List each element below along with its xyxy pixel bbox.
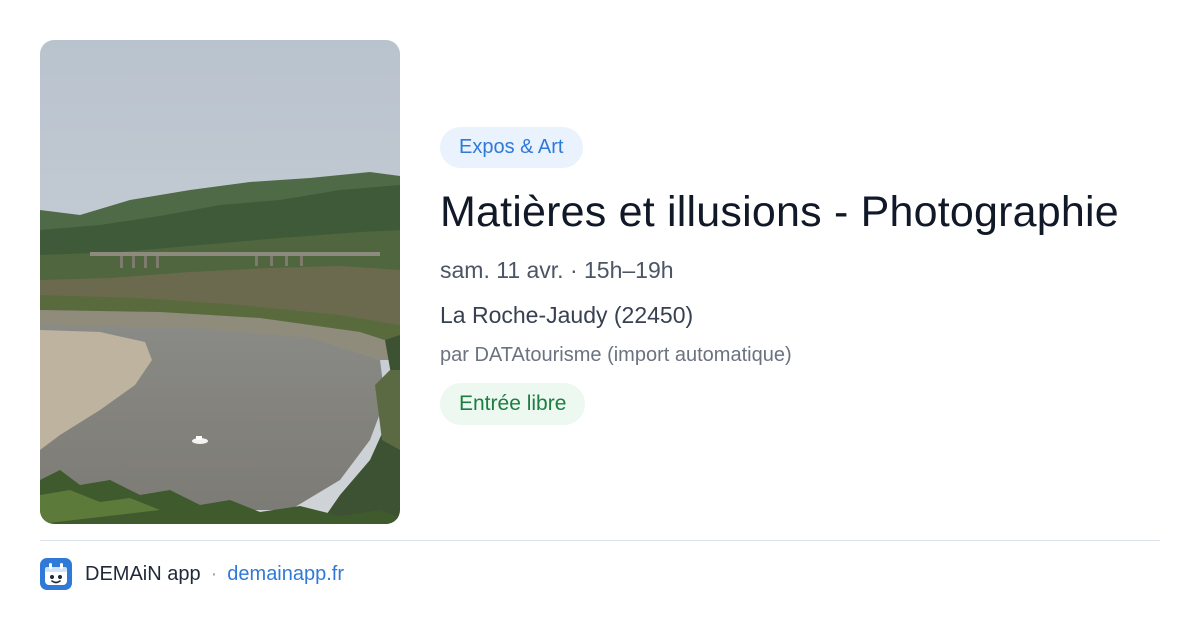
event-photo [40, 40, 400, 524]
price-badge: Entrée libre [440, 383, 586, 425]
divider [40, 540, 1160, 541]
event-info: Expos & Art Matières et illusions - Phot… [440, 127, 1180, 425]
river-landscape-photo [40, 40, 400, 524]
event-location: La Roche-Jaudy (22450) [440, 302, 694, 328]
app-logo-icon [40, 558, 72, 590]
app-website-link[interactable]: demainapp.fr [227, 563, 344, 586]
event-title: Matières et illusions - Photographie [440, 188, 1119, 236]
event-date: sam. 11 avr. · 15h–19h [440, 257, 674, 283]
app-name: DEMAiN app [85, 562, 201, 585]
footer: DEMAiN app · demainapp.fr [40, 558, 344, 590]
category-badge[interactable]: Expos & Art [440, 127, 583, 168]
event-source: par DATAtourisme (import automatique) [440, 344, 792, 366]
footer-separator: · [210, 562, 218, 585]
